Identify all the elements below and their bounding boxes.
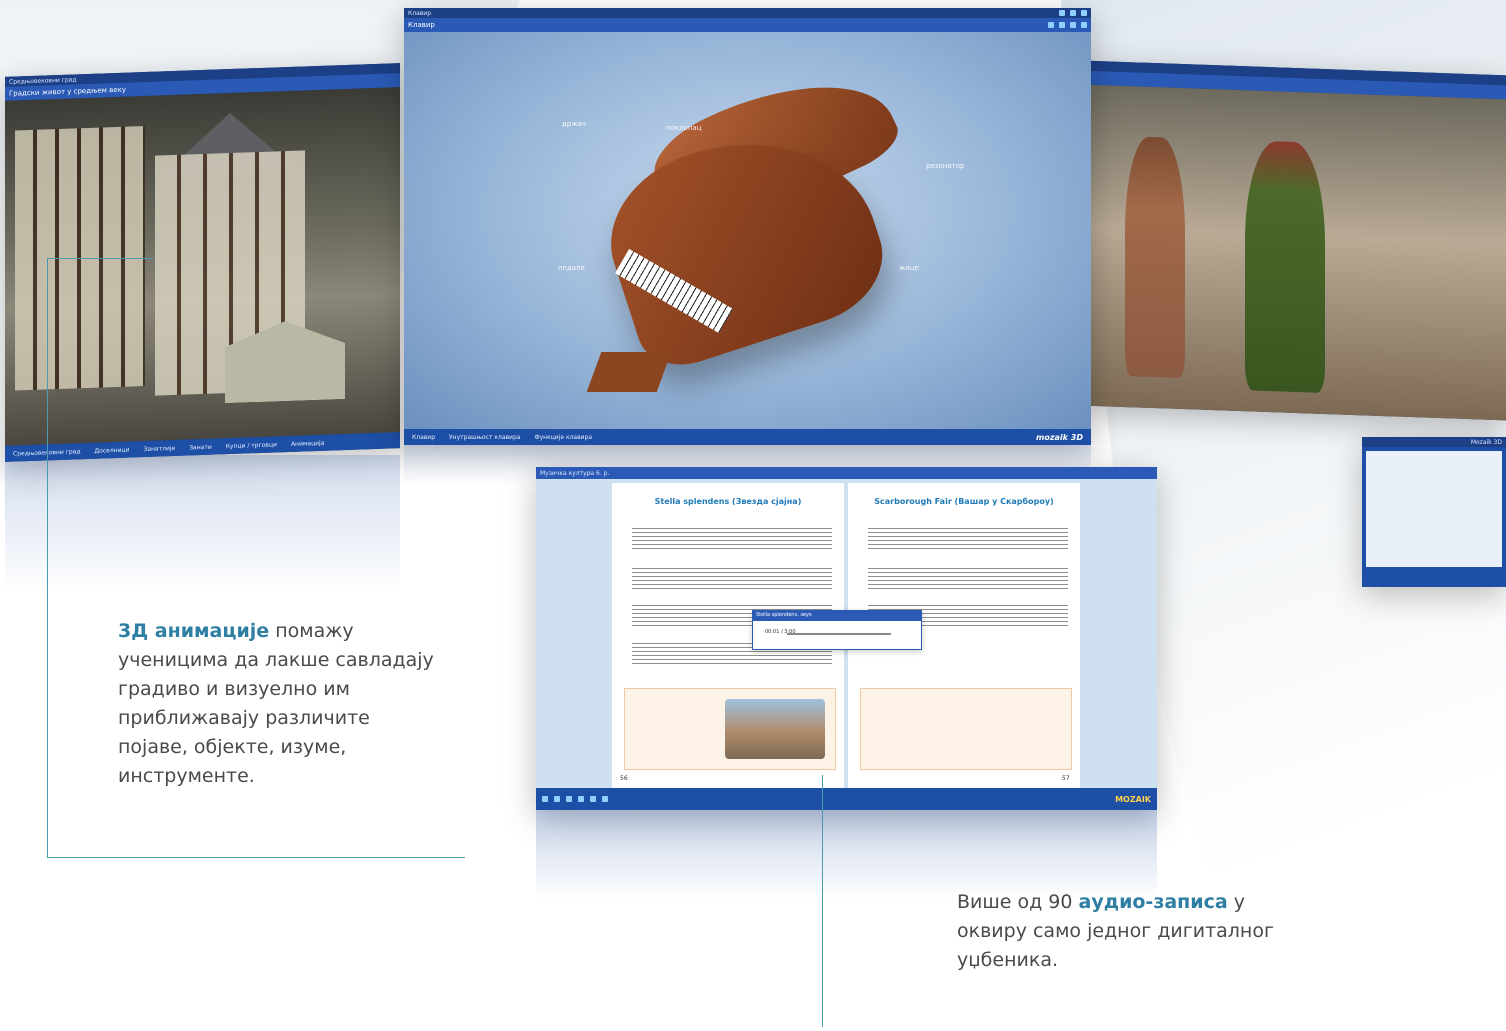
audio-seek-bar[interactable] [787, 633, 891, 635]
town-3d-window[interactable]: Средњовековни град Градски живот у средњ… [5, 63, 400, 462]
textbook-window[interactable]: Музичка култура 6. р. Stella splendens (… [536, 467, 1157, 810]
music-staff [632, 528, 832, 550]
menu-icon[interactable] [542, 796, 548, 802]
help-icon[interactable] [1081, 22, 1087, 28]
secondary-book-window[interactable]: Mozaik 3D [1362, 437, 1506, 587]
part-label: резонатор [926, 162, 965, 170]
part-label: држач [562, 120, 587, 128]
reflection [5, 455, 400, 595]
piano-tab-button[interactable]: Унутрашњост клавира [449, 434, 520, 441]
medieval-man-figure [1125, 136, 1185, 379]
piano-window-subtitle: Клавир [408, 21, 435, 29]
music-staff [868, 528, 1068, 550]
mozaik-logo: MOZAIK [1115, 794, 1151, 804]
piano-tab-button[interactable]: Функције клавира [534, 434, 592, 441]
piano-3d-scene[interactable]: држач поклопац резонатор педале жице [404, 32, 1091, 429]
piano-window-subbar: Клавир [404, 18, 1091, 32]
settings-icon[interactable] [1070, 22, 1076, 28]
town-scene-button[interactable]: Занати [189, 443, 212, 451]
close-icon[interactable] [1081, 10, 1087, 16]
piano-window-tab[interactable]: Клавир [408, 10, 431, 17]
minimize-icon[interactable] [1059, 10, 1065, 16]
callout-line [47, 258, 154, 259]
town-window-subtitle: Градски живот у средњем веку [9, 85, 126, 98]
volume-icon[interactable] [1048, 22, 1054, 28]
pen-icon[interactable] [554, 796, 560, 802]
highlighter-icon[interactable] [566, 796, 572, 802]
mozaik-3d-logo: mozaik 3D [1036, 432, 1083, 442]
piano-tab-button[interactable]: Клавир [412, 434, 435, 441]
scene-toolbar [1048, 22, 1087, 28]
secondary-titlebar: Mozaik 3D [1362, 437, 1506, 447]
town-scene-button[interactable]: Доселници [94, 446, 129, 454]
music-staff [632, 568, 832, 590]
textbook-tab[interactable]: Музичка култура 6. р. [540, 470, 609, 477]
callout-line [47, 258, 48, 858]
info-box [624, 688, 836, 770]
monastery-photo [725, 699, 825, 759]
eraser-icon[interactable] [590, 796, 596, 802]
callout-line [822, 775, 823, 1027]
piano-window-titlebar: Клавир [404, 8, 1091, 18]
people-3d-window[interactable] [1085, 60, 1506, 421]
caption-highlight: 3Д анимације [118, 620, 270, 642]
brand-label: Mozaik 3D [1470, 438, 1502, 446]
caption-text: помажу ученицима да лакше савладају град… [118, 620, 434, 787]
audio-player[interactable]: Stella splendens, звук 00:01 / 3:00 [752, 610, 922, 650]
town-scene-button[interactable]: Анимација [291, 439, 324, 447]
caption-prefix: Више од 90 [957, 891, 1079, 913]
people-3d-scene[interactable] [1085, 84, 1506, 421]
part-label: педале [558, 264, 585, 272]
town-scene-button[interactable]: Купци / трговци [226, 441, 277, 450]
animations-caption: 3Д анимације помажу ученицима да лакше с… [118, 617, 438, 791]
piano-window-bottombar: Клавир Унутрашњост клавира Функције клав… [404, 429, 1091, 445]
medieval-woman-figure [1245, 140, 1325, 394]
music-staff [868, 568, 1068, 590]
music-icon[interactable] [1059, 22, 1065, 28]
shapes-icon[interactable] [602, 796, 608, 802]
page-number: 56 [620, 775, 628, 782]
piano-bench [586, 352, 672, 392]
town-scene-button[interactable]: Занатлије [143, 444, 175, 452]
textbook-toolbar: MOZAIK [536, 788, 1157, 810]
piano-3d-window[interactable]: Клавир Клавир држач поклопац резонатор п… [404, 8, 1091, 445]
zoom-icon[interactable] [578, 796, 584, 802]
page-number: 57 [1062, 775, 1070, 782]
song-title: Scarborough Fair (Вашар у Скарбороу) [874, 497, 1054, 506]
town-3d-scene[interactable] [5, 87, 400, 446]
textbook-titlebar: Музичка култура 6. р. [536, 467, 1157, 479]
maximize-icon[interactable] [1070, 10, 1076, 16]
audio-caption: Више од 90 аудио-записа у оквиру само је… [957, 888, 1297, 975]
part-label: поклопац [666, 124, 702, 132]
audio-player-title: Stella splendens, звук [753, 611, 921, 621]
song-title: Stella splendens (Звезда сјајна) [654, 497, 802, 506]
caption-highlight: аудио-записа [1078, 891, 1228, 913]
info-box [860, 688, 1072, 770]
part-label: жице [899, 264, 919, 272]
callout-line [47, 857, 465, 858]
window-controls [1059, 10, 1087, 16]
secondary-page [1366, 451, 1502, 567]
